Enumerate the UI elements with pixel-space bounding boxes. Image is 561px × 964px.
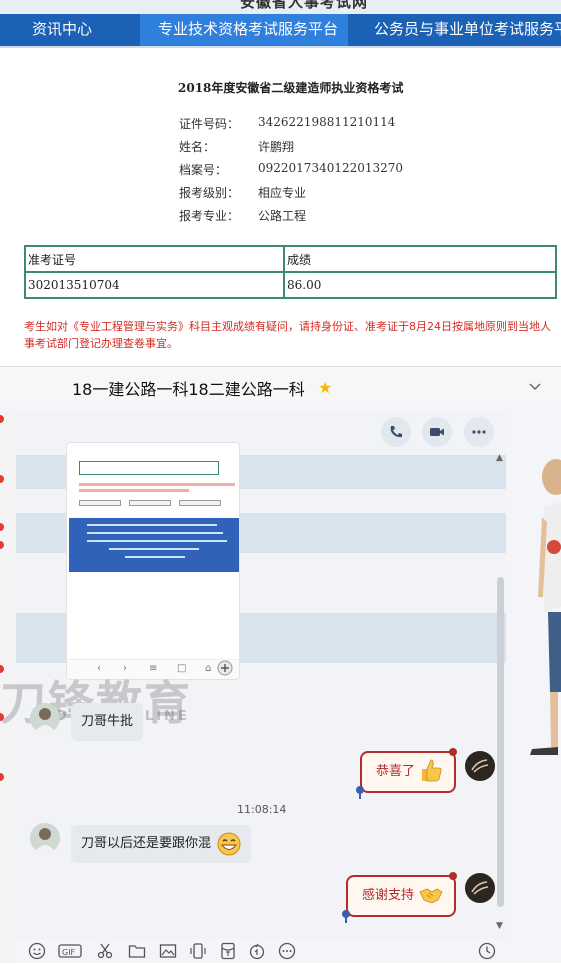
nav-tab-professional-exam[interactable]: 专业技术资格考试服务平台 [140,14,348,46]
shared-screenshot-image[interactable]: ‹ › ≡ □ ⌂ [66,442,240,680]
thumbnail-text [79,483,235,486]
image-icon[interactable] [159,942,177,960]
nav-divider [0,46,561,48]
thumbnail-button [79,500,121,506]
shake-icon[interactable] [189,942,207,960]
pin-icon [356,786,364,799]
input-toolbar: GIF [16,937,506,963]
pin-icon [342,910,350,923]
folder-icon[interactable] [128,942,146,960]
message-text: 恭喜了 [376,764,416,779]
voice-call-button[interactable] [381,417,411,447]
video-call-button[interactable] [422,417,452,447]
exam-title: 2018年度安徽省二级建造师执业资格考试 [178,81,404,95]
character-illustration [530,459,561,755]
message-text: 刀哥以后还是要跟你混 [81,836,212,851]
thumbnail-button [129,500,171,506]
column-header-ticket-number: 准考证号 [24,245,285,273]
phone-icon [390,426,402,438]
table-row: 302013510704 86.00 [24,271,557,299]
unread-dot [0,475,4,483]
site-header: 安徽省人事考试网 [0,0,561,14]
message-timestamp: 11:08:14 [237,803,287,816]
unread-dot [0,773,4,781]
main-nav: 资讯中心 专业技术资格考试服务平台 公务员与事业单位考试服务平台 [0,14,561,46]
chat-title[interactable]: 18一建公路一科18二建公路一科 [72,376,305,400]
avatar[interactable] [465,751,495,781]
avatar[interactable] [465,873,495,903]
message-bubble[interactable]: 感谢支持 [342,872,457,923]
red-packet-icon[interactable] [219,942,237,960]
info-value: 公路工程 [258,209,307,223]
svg-text:GIF: GIF [62,948,76,957]
info-value: 342622198811210114 [258,115,396,129]
star-icon[interactable]: ★ [318,378,332,397]
nav-tab-news[interactable]: 资讯中心 [32,14,92,46]
more-icon [472,430,486,434]
scroll-up-button[interactable]: ▲ [496,453,503,463]
unread-dot [0,523,4,531]
thumbnail-button [179,500,221,506]
message-bubble[interactable]: 刀哥牛批 [71,703,144,741]
voice-icon[interactable] [248,942,266,960]
more-options-button[interactable] [464,417,494,447]
grinning-face-icon [217,832,241,856]
avatar[interactable] [30,823,60,853]
nav-tab-civil-service-exam[interactable]: 公务员与事业单位考试服务平台 [374,14,561,46]
chat-header: 18一建公路一科18二建公路一科 ★ [0,367,561,407]
info-label: 档案号： [179,163,228,177]
avatar[interactable] [30,703,60,733]
message-bubble[interactable]: 恭喜了 [356,748,457,799]
info-label: 证件号码： [179,117,240,131]
thumbnail-footer [69,518,239,572]
more-icon[interactable] [278,942,296,960]
gif-icon[interactable]: GIF [58,942,82,960]
info-value: 0922017340122013270 [258,161,404,175]
message-text: 感谢支持 [362,888,415,903]
scrollbar-thumb[interactable] [497,577,504,907]
info-label: 姓名： [179,140,216,154]
handshake-icon [419,888,443,904]
chat-window: 18一建公路一科18二建公路一科 ★ ‹ › ≡ □ ⌂ DF ONLINE 刀… [0,366,561,963]
thumbnail-text [79,489,189,492]
video-icon [430,428,444,436]
thumbnail-table [79,461,219,475]
score-cell: 86.00 [283,271,557,299]
unread-dot [0,415,4,423]
message-bubble[interactable]: 刀哥以后还是要跟你混 [71,825,252,863]
score-table: 准考证号 成绩 302013510704 86.00 [24,245,557,299]
site-title: 安徽省人事考试网 [240,0,369,11]
ticket-number-cell: 302013510704 [24,271,285,299]
knot-icon [449,748,457,756]
column-header-score: 成绩 [283,245,557,273]
scissors-icon[interactable] [96,942,114,960]
info-label: 报考级别： [179,186,240,200]
zoom-in-icon[interactable] [217,660,233,676]
review-notice: 考生如对《专业工程管理与实务》科目主观成绩有疑问，请持身份证、准考证于8月24日… [24,320,551,350]
info-value: 相应专业 [258,186,307,200]
history-icon[interactable] [478,942,496,960]
knot-icon [449,872,457,880]
score-table-header: 准考证号 成绩 [24,245,557,273]
unread-dot [0,541,4,549]
info-value: 许鹏翔 [258,140,295,154]
smile-icon[interactable] [28,942,46,960]
scroll-down-button[interactable]: ▼ [496,921,503,931]
thumbs-up-icon [422,759,442,782]
chevron-down-icon[interactable] [528,379,542,393]
info-label: 报考专业： [179,209,240,223]
